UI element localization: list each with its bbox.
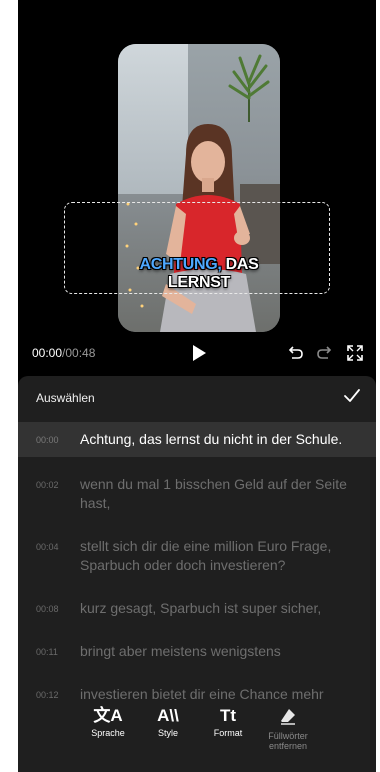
format-label: Format xyxy=(213,728,243,738)
caption-timestamp: 00:08 xyxy=(36,604,59,614)
caption-line[interactable]: Achtung, das lernst du nicht in der Schu… xyxy=(80,430,342,449)
caption-line[interactable]: wenn du mal 1 bisschen Geld auf der Seit… xyxy=(80,475,362,513)
fuellwoerter-label-line1: Füllwörter xyxy=(268,731,308,741)
caption-timestamp: 00:04 xyxy=(36,542,59,552)
plant-image xyxy=(228,54,270,122)
redo-icon[interactable] xyxy=(316,344,334,362)
caption-timestamp: 00:11 xyxy=(36,647,58,657)
panel-title: Auswählen xyxy=(36,391,95,405)
undo-icon[interactable] xyxy=(286,344,304,362)
language-icon: 文A xyxy=(93,706,123,725)
caption-row[interactable]: 00:02 wenn du mal 1 bisschen Geld auf de… xyxy=(18,467,376,521)
caption-row[interactable]: 00:08 kurz gesagt, Sparbuch ist super si… xyxy=(18,591,376,626)
checkmark-icon[interactable] xyxy=(342,386,362,406)
caption-timestamp: 00:02 xyxy=(36,480,59,490)
current-time: 00:00 xyxy=(32,346,63,360)
captions-panel: Auswählen 00:00 Achtung, das lernst du n… xyxy=(18,376,376,772)
caption-row[interactable]: 00:11 bringt aber meistens wenigstens xyxy=(18,634,376,669)
sprache-button[interactable]: 文A Sprache xyxy=(78,706,138,738)
bottom-toolbar: 文A Sprache A\\ Style Tt Format Füllwörte… xyxy=(18,698,376,772)
total-duration: 00:48 xyxy=(65,346,96,360)
style-icon: A\\ xyxy=(157,706,179,725)
time-display: 00:00/00:48 xyxy=(32,346,95,360)
format-button[interactable]: Tt Format xyxy=(198,706,258,738)
panel-header: Auswählen xyxy=(18,376,376,418)
format-icon: Tt xyxy=(219,706,237,725)
caption-highlight-word: ACHTUNG, xyxy=(139,256,222,273)
caption-line[interactable]: kurz gesagt, Sparbuch ist super sicher, xyxy=(80,599,321,618)
caption-line[interactable]: stellt sich dir die eine million Euro Fr… xyxy=(80,537,362,575)
playback-controls: 00:00/00:48 xyxy=(18,338,376,368)
style-button[interactable]: A\\ Style xyxy=(138,706,198,738)
caption-line[interactable]: bringt aber meistens wenigstens xyxy=(80,642,281,661)
style-label: Style xyxy=(157,728,178,738)
caption-row[interactable]: 00:04 stellt sich dir die eine million E… xyxy=(18,529,376,583)
caption-overlay[interactable]: ACHTUNG, DAS LERNST xyxy=(118,256,280,292)
eraser-icon xyxy=(281,709,295,725)
caption-list: 00:00 Achtung, das lernst du nicht in de… xyxy=(18,422,376,712)
caption-row-selected[interactable]: 00:00 Achtung, das lernst du nicht in de… xyxy=(18,422,376,457)
play-icon[interactable] xyxy=(190,344,208,362)
fuellwoerter-button[interactable]: Füllwörter entfernen xyxy=(258,706,318,751)
editor-screen: ACHTUNG, DAS LERNST 00:00/00:48 Auswähle… xyxy=(18,0,376,772)
caption-timestamp: 00:00 xyxy=(36,435,59,445)
fullscreen-icon[interactable] xyxy=(346,344,364,362)
sprache-label: Sprache xyxy=(91,728,125,738)
fuellwoerter-label-line2: entfernen xyxy=(268,741,308,751)
